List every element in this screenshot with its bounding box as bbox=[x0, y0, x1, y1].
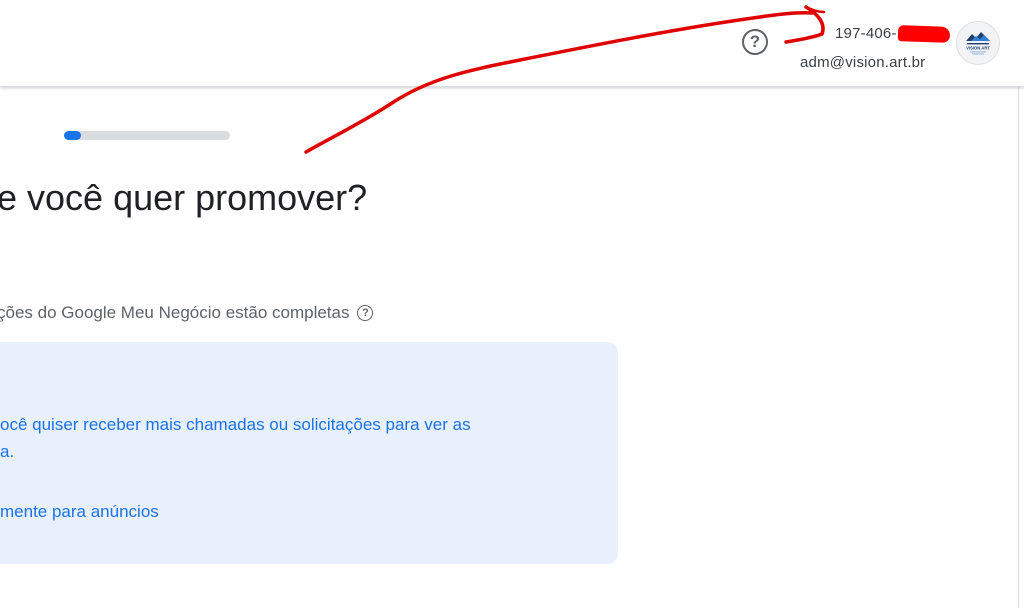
redaction-mark bbox=[897, 25, 951, 43]
question-circle-icon: ? bbox=[749, 32, 761, 51]
info-box-line-2: a. bbox=[0, 442, 15, 461]
svg-text:VISION ART: VISION ART bbox=[966, 46, 990, 51]
main-content: e você quer promover? ções do Google Meu… bbox=[0, 87, 1018, 608]
profile-status-line: ções do Google Meu Negócio estão complet… bbox=[0, 303, 374, 323]
account-email: adm@vision.art.br bbox=[800, 54, 926, 71]
progress-bar bbox=[64, 131, 230, 140]
page-title: e você quer promover? bbox=[0, 177, 368, 218]
info-box-link[interactable]: mente para anúncios bbox=[0, 502, 159, 522]
right-divider bbox=[1018, 87, 1019, 608]
question-circle-icon[interactable]: ? bbox=[357, 305, 374, 321]
progress-bar-fill bbox=[64, 131, 81, 140]
profile-status-text: ções do Google Meu Negócio estão complet… bbox=[0, 303, 350, 322]
account-id: 197-406- bbox=[835, 25, 897, 42]
info-box-line-1: ocê quiser receber mais chamadas ou soli… bbox=[0, 415, 471, 434]
page: ? 197-406- adm@vision.art.br VISION ART … bbox=[0, 0, 1024, 608]
help-button[interactable]: ? bbox=[742, 29, 768, 55]
info-box: ocê quiser receber mais chamadas ou soli… bbox=[0, 342, 618, 564]
top-header: ? 197-406- adm@vision.art.br VISION ART bbox=[0, 0, 1024, 87]
info-box-text: ocê quiser receber mais chamadas ou soli… bbox=[0, 411, 471, 465]
vision-art-logo-icon: VISION ART bbox=[966, 32, 990, 55]
account-avatar[interactable]: VISION ART bbox=[956, 21, 1000, 65]
